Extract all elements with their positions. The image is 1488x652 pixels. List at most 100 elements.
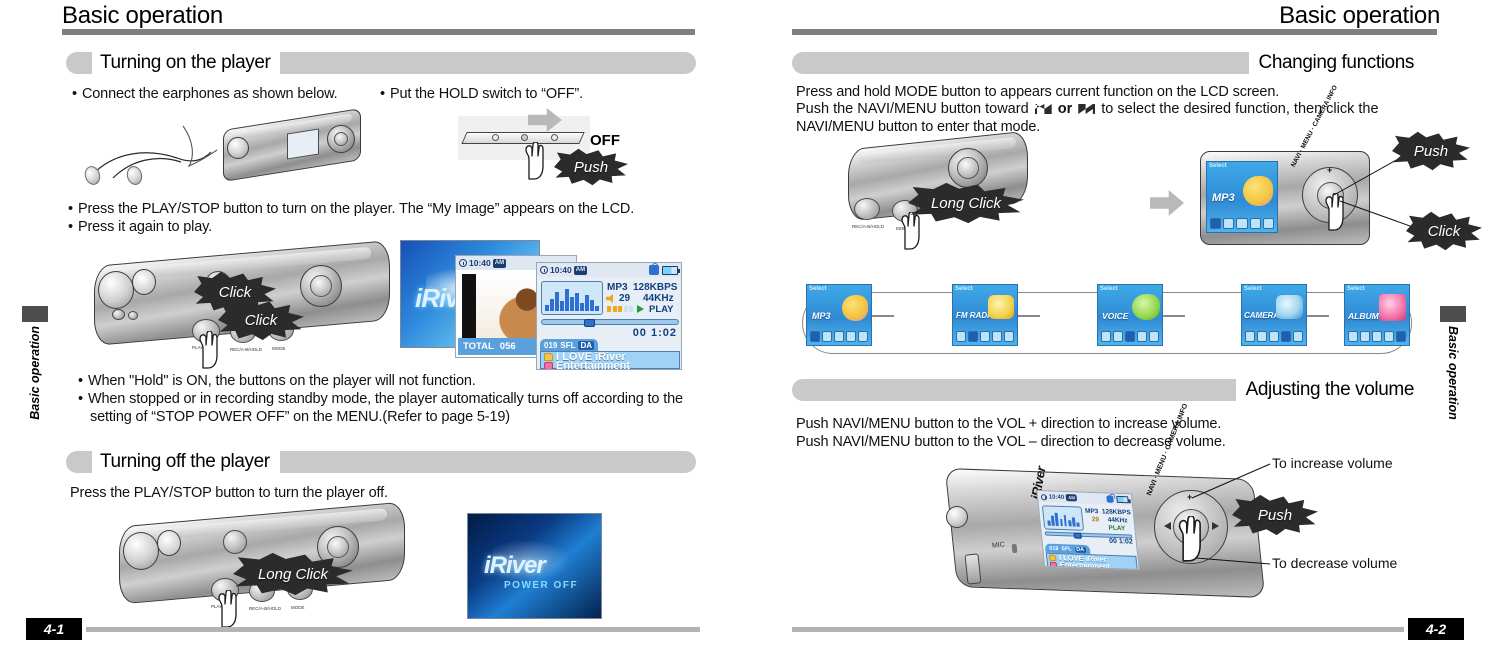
page-title-right: Basic operation: [1279, 2, 1440, 29]
label-mode: MODE: [272, 346, 286, 351]
function-tile-camera[interactable]: Select CAMERA: [1241, 284, 1307, 346]
lcd-photo-clock-text: 10:40: [469, 258, 491, 268]
folio-rule-left: [86, 627, 700, 632]
side-tab-left-label: Basic operation: [28, 326, 42, 420]
icon-album[interactable]: [1149, 331, 1159, 342]
lcd-play-clock-text: 10:40: [550, 265, 572, 275]
icon-music[interactable]: [1348, 331, 1358, 342]
hold-switch-illustration: Push OFF: [458, 108, 658, 190]
turning-off-body: Press the PLAY/STOP button to turn the p…: [70, 485, 388, 501]
icon-camera[interactable]: [1137, 331, 1147, 342]
hold-knob: [521, 134, 528, 141]
icon-camera[interactable]: [1281, 331, 1291, 342]
callout-push-hold: Push: [554, 148, 628, 186]
icon-voice[interactable]: [980, 331, 990, 342]
lcd-repeat-mode: SFL: [560, 340, 576, 350]
fn-art-1: [988, 295, 1014, 319]
icon-album[interactable]: [1293, 331, 1303, 342]
jog-hub: [333, 131, 349, 147]
icon-music[interactable]: [1245, 331, 1255, 342]
lcd-track-number: 019: [544, 340, 558, 350]
function-tile-album[interactable]: Select ALBUM: [1344, 284, 1410, 346]
function-tile-fm-radio[interactable]: Select FM RADIO: [952, 284, 1018, 346]
left-page: Basic operation Turning on the player Co…: [0, 0, 744, 652]
progress-knob[interactable]: [584, 318, 595, 327]
fn-name-2: VOICE: [1102, 311, 1129, 321]
icon-camera[interactable]: [1384, 331, 1394, 342]
note-hold-on: When "Hold" is ON, the buttons on the pl…: [78, 372, 688, 390]
label-rec-off: REC/A-B/HOLD: [249, 606, 282, 611]
lcd-play-ampm: AM: [573, 265, 588, 275]
lcd-photo-total-count: 056: [499, 341, 516, 352]
icon-voice[interactable]: [834, 331, 844, 342]
callout-long-click-off-label: Long Click: [257, 565, 329, 583]
icon-voice[interactable]: [1269, 331, 1279, 342]
callout-push-volume-label: Push: [1257, 506, 1293, 524]
side-tab-cap-left: [22, 306, 48, 322]
icon-camera[interactable]: [846, 331, 856, 342]
folder-icon: [544, 352, 553, 361]
player-jog-wheel: [327, 125, 355, 153]
page-title: Basic operation: [62, 2, 223, 29]
fn-select-2: Select: [1100, 286, 1118, 292]
lcd-photo-clock: 10:40 AM: [459, 258, 507, 268]
icon-voice[interactable]: [1372, 331, 1382, 342]
track-tab: 019 SFL DA: [540, 339, 599, 351]
volume-device-illustration: MIC iRiver 10:40 AM MP3 128KBPS 29 44KHz…: [940, 403, 1420, 630]
lcd-volume: 29: [619, 293, 631, 304]
hold-lock-icon: [649, 263, 659, 275]
fn-iconrow-4: [1348, 331, 1406, 342]
changing-functions-line1: Press and hold MODE button to appears cu…: [796, 84, 1280, 100]
icon-radio[interactable]: [1113, 331, 1123, 342]
side-button-b[interactable]: [128, 311, 138, 320]
lcd-elapsed: 00 1:02: [632, 327, 677, 339]
side-tab-right-label: Basic operation: [1446, 326, 1460, 420]
icon-music[interactable]: [810, 331, 820, 342]
lcd-photo-ampm: AM: [492, 258, 507, 268]
icon-album[interactable]: [1004, 331, 1014, 342]
navi-jog[interactable]: [300, 265, 342, 307]
navi-jog-hub[interactable]: [309, 274, 333, 298]
lcd-play-status: PLAY: [649, 304, 674, 315]
top-button-off[interactable]: [223, 530, 247, 554]
icon-camera[interactable]: [992, 331, 1002, 342]
icon-radio[interactable]: [822, 331, 832, 342]
spectrum-panel: [541, 281, 603, 315]
hold-off-label: OFF: [590, 132, 620, 149]
section-title-adjusting-volume: Adjusting the volume: [1235, 379, 1422, 401]
icon-album[interactable]: [1396, 331, 1406, 342]
callout-push-hold-label: Push: [573, 158, 609, 176]
icon-radio[interactable]: [968, 331, 978, 342]
icon-music[interactable]: [956, 331, 966, 342]
volume-icon: [606, 294, 613, 303]
lens-secondary: [132, 269, 156, 295]
fn-iconrow-0: [810, 331, 868, 342]
player-top-strip-mode: [859, 136, 1017, 164]
music-note-icon: [544, 361, 553, 369]
lcd-line2: Entertainment: [556, 359, 630, 370]
icon-radio[interactable]: [1257, 331, 1267, 342]
callout-long-click-off: Long Click: [233, 552, 353, 596]
manual-spread: Basic operation Turning on the player Co…: [0, 0, 1488, 652]
fn-select-4: Select: [1347, 286, 1365, 292]
bullet-connect-earphones: Connect the earphones as shown below.: [72, 85, 338, 103]
fn-select-1: Select: [955, 286, 973, 292]
note-stop-power-off: When stopped or in recording standby mod…: [78, 390, 688, 426]
side-button-a[interactable]: [112, 309, 125, 320]
volume-level-bars: [607, 306, 633, 312]
rec-button-mode-view[interactable]: [854, 198, 880, 220]
bullet-press-again: Press it again to play.: [68, 218, 212, 236]
icon-album[interactable]: [858, 331, 868, 342]
lcd-power-off-screen: iRiver POWER OFF: [467, 513, 602, 619]
icon-voice[interactable]: [1125, 331, 1135, 342]
function-tile-voice[interactable]: Select VOICE: [1097, 284, 1163, 346]
hand-cursor-play: [194, 330, 220, 369]
hand-cursor-hold: [520, 141, 546, 180]
hold-hole-2: [551, 134, 558, 141]
player-with-earphones: [215, 105, 365, 185]
function-tile-mp3[interactable]: Select MP3: [806, 284, 872, 346]
progress-bar[interactable]: [541, 318, 679, 327]
navi-jog-hub-mode[interactable]: [957, 157, 979, 179]
icon-music[interactable]: [1101, 331, 1111, 342]
icon-radio[interactable]: [1360, 331, 1370, 342]
